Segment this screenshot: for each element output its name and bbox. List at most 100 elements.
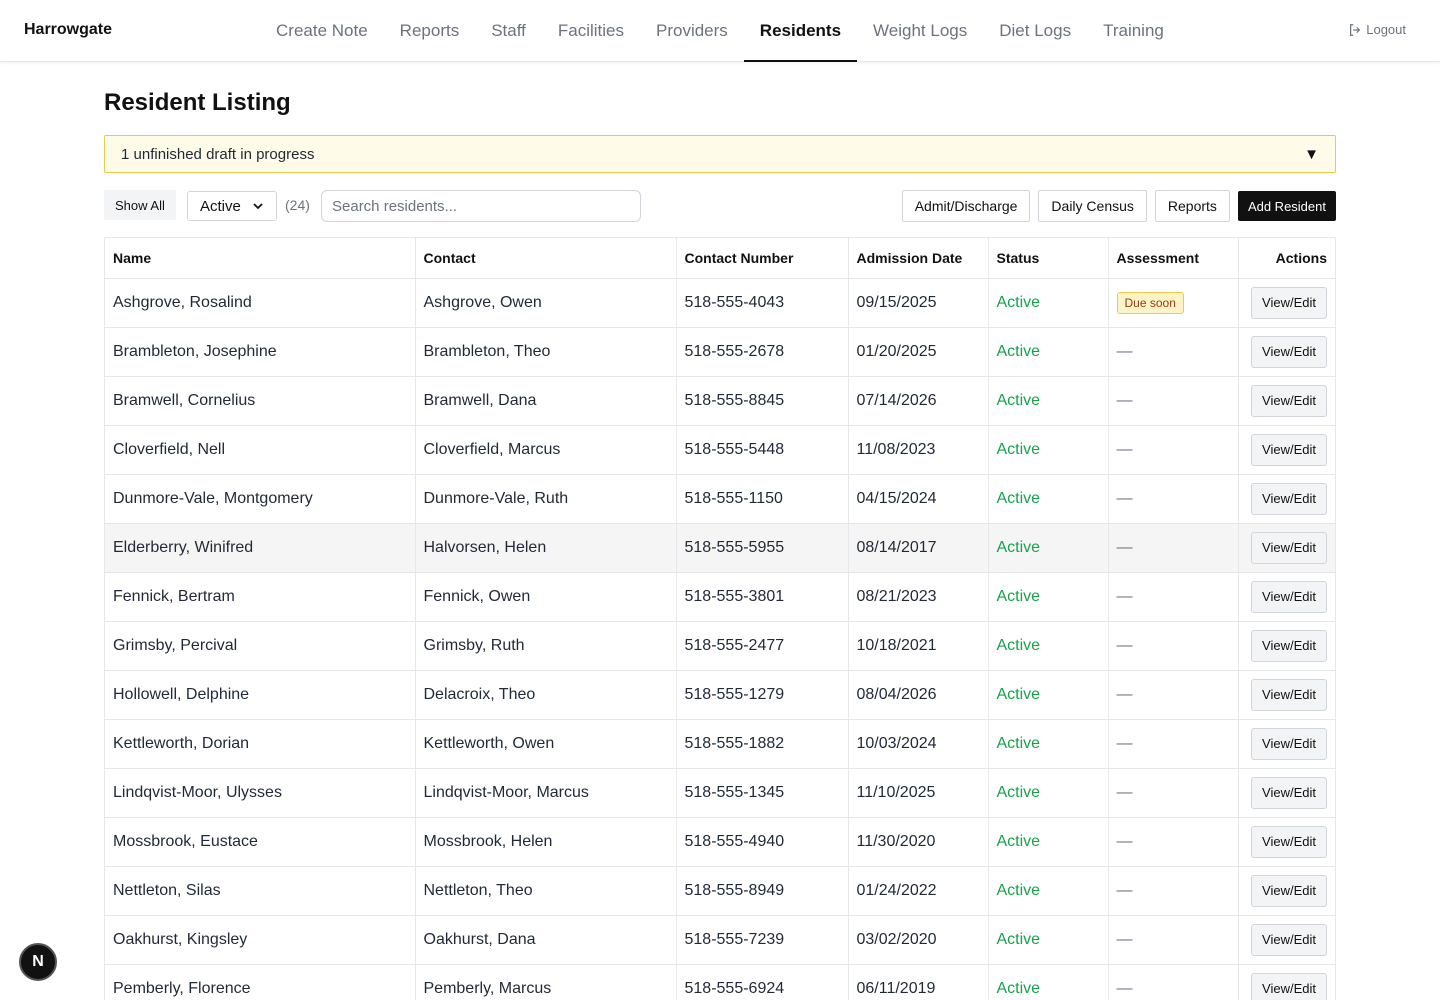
view-edit-button[interactable]: View/Edit (1251, 776, 1327, 809)
cell-admission-date: 10/03/2024 (848, 719, 989, 769)
cell-contact-number: 518-555-5448 (676, 425, 849, 475)
status-filter-value: Active (200, 197, 241, 215)
table-row[interactable]: Ashgrove, Rosalind Ashgrove, Owen 518-555-… (105, 278, 1335, 328)
table-row[interactable]: Dunmore-Vale, Montgomery Dunmore-Vale, Ru… (105, 474, 1335, 524)
cell-admission-date: 11/08/2023 (848, 425, 989, 475)
table-row[interactable]: Oakhurst, Kingsley Oakhurst, Dana 518-555-… (105, 915, 1335, 965)
cell-name: Dunmore-Vale, Montgomery (105, 474, 416, 524)
cell-admission-date: 09/15/2025 (848, 278, 989, 328)
residents-table: Name Contact Contact Number Admission Da… (105, 238, 1335, 1000)
header-admission-date[interactable]: Admission Date (848, 238, 989, 279)
nav-item-create-note[interactable]: Create Note (260, 0, 384, 62)
cell-actions: View/Edit (1238, 376, 1335, 426)
table-row[interactable]: Pemberly, Florence Pemberly, Marcus 518-55… (105, 964, 1335, 1000)
floating-n-badge[interactable]: N (19, 943, 57, 981)
assessment-value: — (1116, 440, 1133, 458)
nav-item-facilities[interactable]: Facilities (542, 0, 640, 62)
view-edit-button[interactable]: View/Edit (1251, 580, 1327, 613)
cell-contact-number: 518-555-2477 (676, 621, 849, 671)
assessment-value: — (1116, 342, 1133, 360)
daily-census-button[interactable]: Daily Census (1038, 190, 1147, 222)
add-resident-button[interactable]: Add Resident (1237, 191, 1336, 221)
table-row[interactable]: Lindqvist-Moor, Ulysses Lindqvist-Moor, M… (105, 768, 1335, 818)
cell-assessment: — (1108, 719, 1239, 769)
view-edit-button[interactable]: View/Edit (1251, 384, 1327, 417)
cell-status: Active (988, 376, 1109, 426)
table-row[interactable]: Grimsby, Percival Grimsby, Ruth 518-555-24… (105, 621, 1335, 671)
view-edit-button[interactable]: View/Edit (1251, 727, 1327, 760)
nav-item-diet-logs[interactable]: Diet Logs (983, 0, 1087, 62)
search-input[interactable] (321, 190, 641, 222)
view-edit-button[interactable]: View/Edit (1251, 874, 1327, 907)
cell-name: Hollowell, Delphine (105, 670, 416, 720)
show-all-button[interactable]: Show All (104, 190, 176, 220)
cell-assessment: — (1108, 866, 1239, 916)
table-row[interactable]: Fennick, Bertram Fennick, Owen 518-555-380… (105, 572, 1335, 622)
cell-actions: View/Edit (1238, 915, 1335, 965)
header-name[interactable]: Name (105, 238, 416, 279)
nav-item-reports[interactable]: Reports (384, 0, 476, 62)
view-edit-button[interactable]: View/Edit (1251, 482, 1327, 515)
view-edit-button[interactable]: View/Edit (1251, 335, 1327, 368)
cell-contact: Brambleton, Theo (415, 327, 677, 377)
cell-status: Active (988, 768, 1109, 818)
cell-contact-number: 518-555-1882 (676, 719, 849, 769)
cell-actions: View/Edit (1238, 474, 1335, 524)
resident-count: (24) (285, 197, 310, 213)
view-edit-button[interactable]: View/Edit (1251, 678, 1327, 711)
cell-actions: View/Edit (1238, 964, 1335, 1000)
nav-item-training[interactable]: Training (1087, 0, 1180, 62)
logout-button[interactable]: Logout (1348, 22, 1406, 37)
cell-admission-date: 11/10/2025 (848, 768, 989, 818)
cell-actions: View/Edit (1238, 817, 1335, 867)
table-header-row: Name Contact Contact Number Admission Da… (105, 238, 1335, 279)
cell-name: Grimsby, Percival (105, 621, 416, 671)
cell-contact: Pemberly, Marcus (415, 964, 677, 1000)
cell-contact: Nettleton, Theo (415, 866, 677, 916)
cell-admission-date: 04/15/2024 (848, 474, 989, 524)
table-row[interactable]: Nettleton, Silas Nettleton, Theo 518-555-8… (105, 866, 1335, 916)
nav-item-providers[interactable]: Providers (640, 0, 744, 62)
view-edit-button[interactable]: View/Edit (1251, 923, 1327, 956)
assessment-value: — (1116, 930, 1133, 948)
view-edit-button[interactable]: View/Edit (1251, 286, 1327, 319)
reports-button[interactable]: Reports (1154, 190, 1230, 222)
brand-logo[interactable]: Harrowgate (24, 21, 112, 39)
n-badge-letter: N (32, 953, 44, 970)
cell-assessment: — (1108, 572, 1239, 622)
cell-actions: View/Edit (1238, 278, 1335, 328)
cell-contact-number: 518-555-7239 (676, 915, 849, 965)
table-row[interactable]: Elderberry, Winifred Halvorsen, Helen 518-… (105, 523, 1335, 573)
header-actions: Actions (1238, 238, 1335, 279)
assessment-due-badge: Due soon (1116, 291, 1184, 314)
draft-banner[interactable]: 1 unfinished draft in progress ▼ (104, 135, 1336, 173)
header-assessment[interactable]: Assessment (1108, 238, 1239, 279)
cell-admission-date: 01/20/2025 (848, 327, 989, 377)
header-status[interactable]: Status (988, 238, 1109, 279)
view-edit-button[interactable]: View/Edit (1251, 972, 1327, 1000)
view-edit-button[interactable]: View/Edit (1251, 629, 1327, 662)
table-row[interactable]: Kettleworth, Dorian Kettleworth, Owen 518-… (105, 719, 1335, 769)
cell-name: Pemberly, Florence (105, 964, 416, 1000)
cell-assessment: — (1108, 621, 1239, 671)
table-row[interactable]: Brambleton, Josephine Brambleton, Theo 518… (105, 327, 1335, 377)
view-edit-button[interactable]: View/Edit (1251, 433, 1327, 466)
cell-contact: Oakhurst, Dana (415, 915, 677, 965)
assessment-value: — (1116, 391, 1133, 409)
nav-item-weight-logs[interactable]: Weight Logs (857, 0, 983, 62)
header-contact[interactable]: Contact (415, 238, 677, 279)
admit-discharge-button[interactable]: Admit/Discharge (901, 190, 1031, 222)
status-filter-select[interactable]: Active (187, 191, 277, 221)
table-row[interactable]: Hollowell, Delphine Delacroix, Theo 518-55… (105, 670, 1335, 720)
header-contact-number[interactable]: Contact Number (676, 238, 849, 279)
assessment-value: — (1116, 783, 1133, 801)
nav-item-residents[interactable]: Residents (743, 0, 858, 62)
cell-assessment: — (1108, 817, 1239, 867)
view-edit-button[interactable]: View/Edit (1251, 825, 1327, 858)
table-row[interactable]: Bramwell, Cornelius Bramwell, Dana 518-555… (105, 376, 1335, 426)
cell-contact-number: 518-555-8845 (676, 376, 849, 426)
view-edit-button[interactable]: View/Edit (1251, 531, 1327, 564)
table-row[interactable]: Mossbrook, Eustace Mossbrook, Helen 518-55… (105, 817, 1335, 867)
nav-item-staff[interactable]: Staff (475, 0, 542, 62)
table-row[interactable]: Cloverfield, Nell Cloverfield, Marcus 518-… (105, 425, 1335, 475)
